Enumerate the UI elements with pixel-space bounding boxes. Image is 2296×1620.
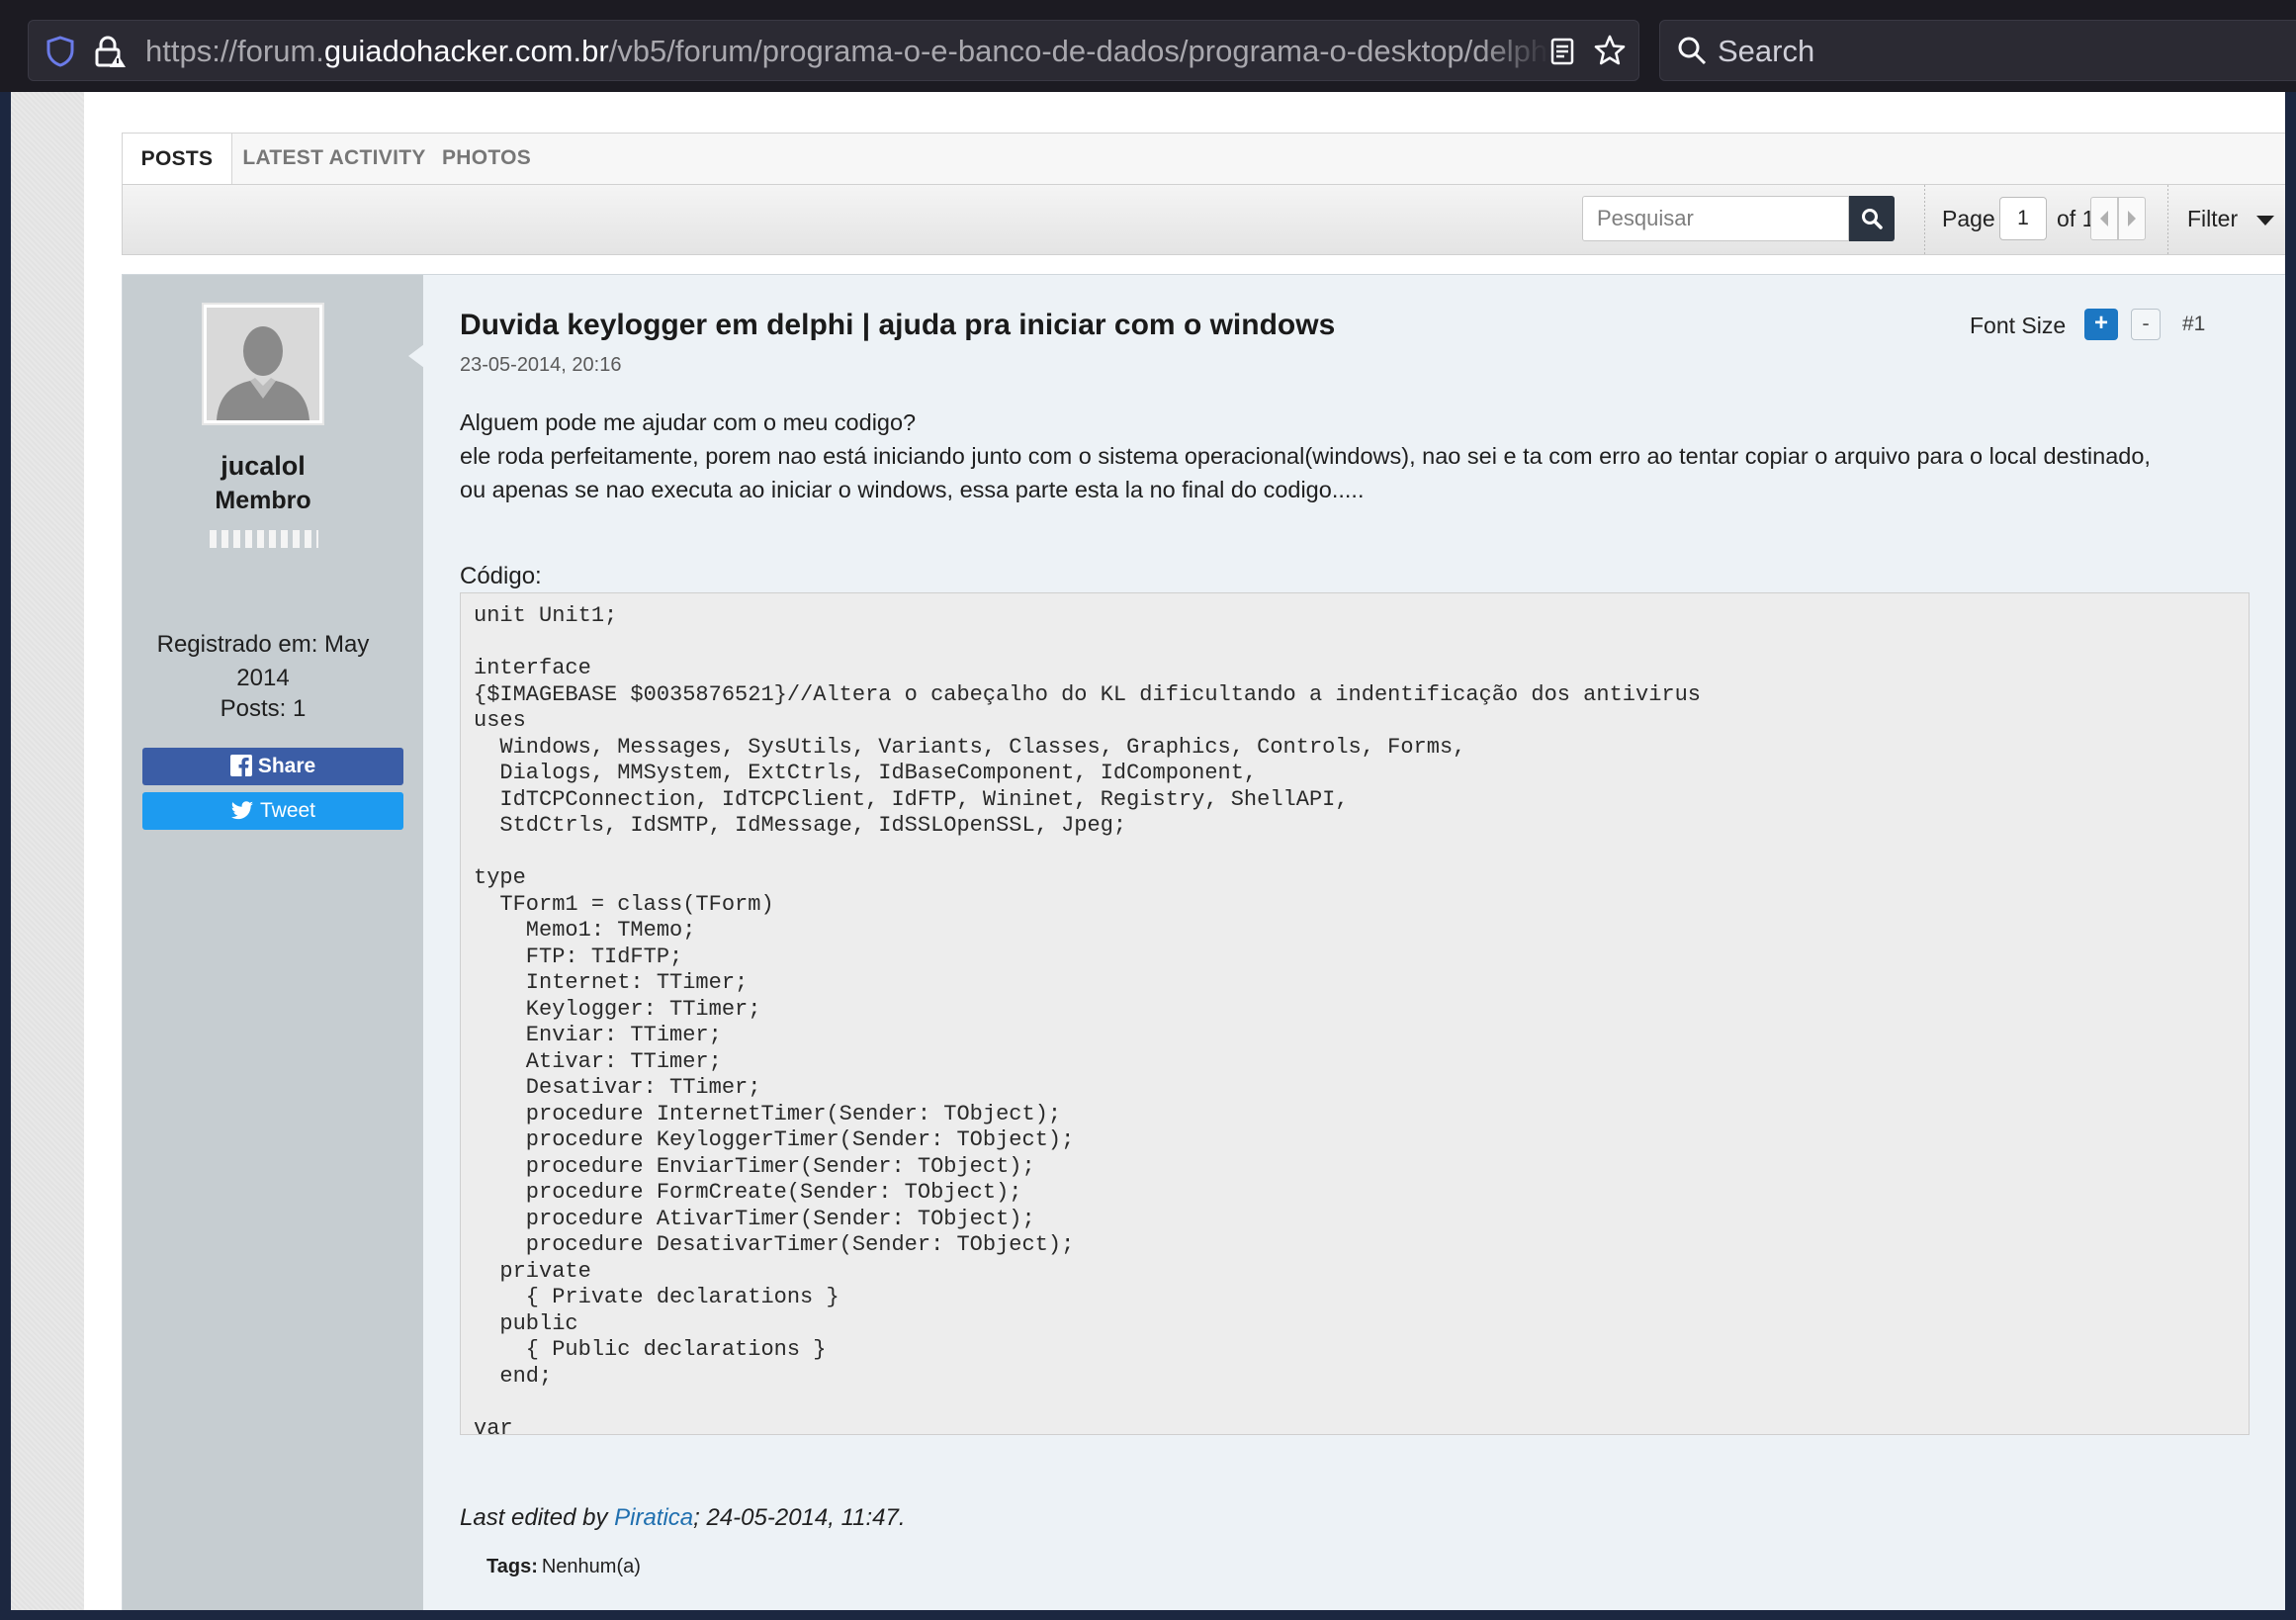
prev-page-button[interactable] bbox=[2090, 197, 2118, 240]
tab-latest-activity[interactable]: LATEST ACTIVITY bbox=[233, 133, 435, 185]
post-pointer bbox=[408, 344, 424, 368]
lock-warning-icon[interactable] bbox=[92, 35, 128, 68]
address-bar[interactable]: https://forum.guiadohacker.com.br/vb5/fo… bbox=[28, 20, 1639, 81]
registration-date: Registrado em: May 2014 bbox=[156, 631, 370, 691]
tweet-button[interactable]: Tweet bbox=[142, 792, 403, 830]
default-user-icon bbox=[217, 326, 309, 420]
caret-down-icon bbox=[2256, 216, 2274, 225]
font-increase-button[interactable]: + bbox=[2084, 309, 2118, 340]
avatar[interactable] bbox=[202, 303, 324, 425]
reputation-bar bbox=[210, 530, 318, 548]
last-edited-note: Last edited by Piratica; 24-05-2014, 11:… bbox=[460, 1504, 906, 1531]
reader-view-icon[interactable] bbox=[1547, 35, 1577, 68]
search-icon bbox=[1862, 209, 1883, 229]
chevron-left-icon bbox=[2100, 211, 2108, 226]
code-block[interactable]: unit Unit1; interface {$IMAGEBASE $00358… bbox=[460, 592, 2250, 1435]
editor-link[interactable]: Piratica bbox=[614, 1504, 693, 1531]
tab-posts[interactable]: POSTS bbox=[122, 133, 232, 185]
topic-search-input[interactable] bbox=[1582, 196, 1849, 241]
tags-label: Tags: bbox=[486, 1556, 538, 1577]
tab-photos[interactable]: PHOTOS bbox=[435, 133, 538, 185]
search-icon bbox=[1676, 35, 1708, 66]
tab-bar: POSTS LATEST ACTIVITY PHOTOS bbox=[122, 133, 2285, 185]
post-text-line: Alguem pode me ajudar com o meu codigo? bbox=[460, 409, 917, 435]
font-size-label: Font Size bbox=[1970, 313, 2067, 338]
browser-search-placeholder: Search bbox=[1718, 34, 1815, 68]
post-body: Duvida keylogger em delphi | ajuda pra i… bbox=[423, 275, 2285, 1610]
forum-page: POSTS LATEST ACTIVITY PHOTOS Page 1 of 1 bbox=[84, 92, 2285, 1610]
facebook-share-button[interactable]: Share bbox=[142, 748, 403, 785]
code-label: Código: bbox=[460, 563, 542, 589]
browser-search-bar[interactable]: Search bbox=[1659, 20, 2296, 81]
page-background bbox=[11, 92, 84, 1610]
bookmark-star-icon[interactable] bbox=[1593, 34, 1627, 67]
page-viewport: POSTS LATEST ACTIVITY PHOTOS Page 1 of 1 bbox=[11, 92, 2285, 1610]
post-text: Alguem pode me ajudar com o meu codigo? … bbox=[460, 405, 2250, 506]
post-text-line: ele roda perfeitamente, porem nao está i… bbox=[460, 443, 2151, 469]
twitter-bird-icon bbox=[230, 801, 253, 820]
post-count: Posts: 1 bbox=[220, 695, 307, 722]
tags-line: Tags: Nenhum(a) bbox=[486, 1556, 641, 1578]
pagination-arrows bbox=[2090, 197, 2148, 240]
topic-toolbar: Page 1 of 1 Filter bbox=[122, 184, 2285, 255]
tags-value: Nenhum(a) bbox=[541, 1556, 641, 1577]
post-title: Duvida keylogger em delphi | ajuda pra i… bbox=[460, 309, 1336, 341]
post-container: jucalol Membro Registrado em: May 2014 P… bbox=[122, 274, 2285, 1610]
browser-toolbar: https://forum.guiadohacker.com.br/vb5/fo… bbox=[0, 0, 2296, 92]
page-label: Page bbox=[1942, 206, 1995, 231]
code-content: unit Unit1; interface {$IMAGEBASE $00358… bbox=[474, 603, 1702, 1435]
toolbar-divider bbox=[1924, 185, 1925, 254]
next-page-button[interactable] bbox=[2118, 197, 2146, 240]
page-number-input[interactable]: 1 bbox=[1999, 197, 2047, 240]
chevron-right-icon bbox=[2128, 211, 2136, 226]
shield-icon[interactable] bbox=[44, 35, 76, 68]
post-date: 23-05-2014, 20:16 bbox=[460, 354, 622, 376]
facebook-icon bbox=[229, 755, 252, 776]
user-title: Membro bbox=[215, 487, 311, 514]
post-text-line: ou apenas se nao executa ao iniciar o wi… bbox=[460, 477, 1365, 502]
toolbar-divider bbox=[2167, 185, 2168, 254]
user-info-panel: jucalol Membro Registrado em: May 2014 P… bbox=[123, 275, 424, 1610]
font-decrease-button[interactable]: - bbox=[2131, 309, 2161, 340]
page-total-label: of 1 bbox=[2057, 206, 2095, 231]
topic-search-button[interactable] bbox=[1849, 196, 1895, 241]
share-label: Share bbox=[257, 755, 316, 777]
filter-button[interactable]: Filter bbox=[2187, 206, 2238, 232]
post-number-link[interactable]: #1 bbox=[2182, 313, 2205, 336]
username-link[interactable]: jucalol bbox=[123, 451, 403, 482]
url-text[interactable]: https://forum.guiadohacker.com.br/vb5/fo… bbox=[145, 34, 1549, 69]
tweet-label: Tweet bbox=[259, 799, 316, 822]
